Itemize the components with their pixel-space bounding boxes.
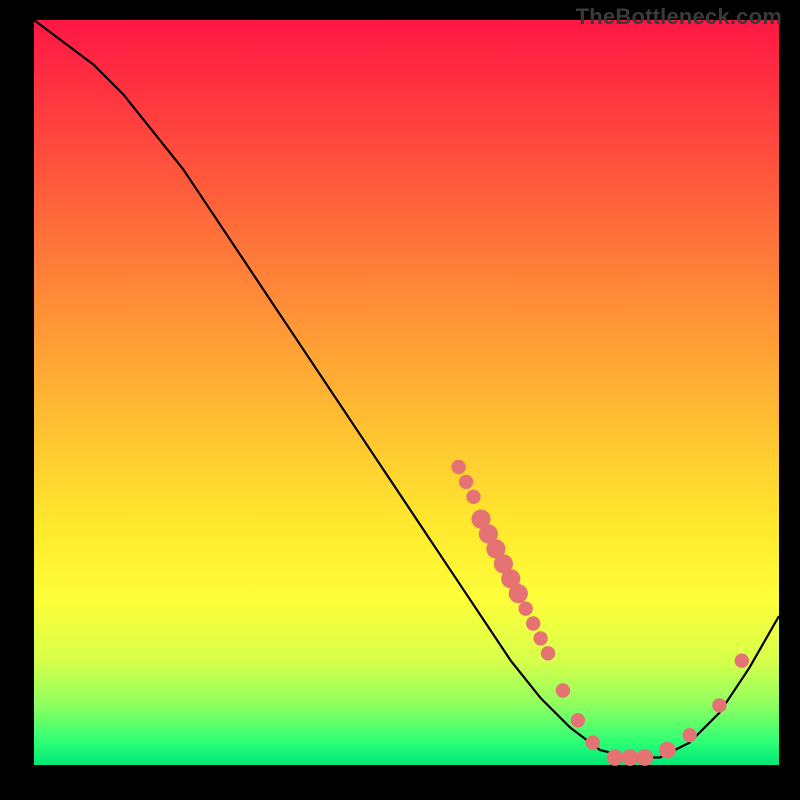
data-marker [526, 616, 540, 630]
data-marker [607, 749, 624, 766]
data-marker [451, 460, 465, 474]
data-marker [586, 735, 600, 749]
data-marker [659, 742, 676, 759]
data-marker [682, 728, 696, 742]
marker-group [451, 460, 749, 766]
data-marker [509, 584, 528, 603]
data-marker [459, 475, 473, 489]
data-marker [556, 683, 570, 697]
curve-path [34, 20, 779, 758]
data-marker [571, 713, 585, 727]
data-marker [541, 646, 555, 660]
data-marker [466, 490, 480, 504]
chart-stage: TheBottleneck.com [0, 0, 800, 800]
watermark-text: TheBottleneck.com [576, 4, 782, 30]
chart-overlay [0, 0, 800, 800]
data-marker [533, 631, 547, 645]
bottleneck-curve [34, 20, 779, 758]
data-marker [712, 698, 726, 712]
data-marker [622, 749, 639, 766]
data-marker [735, 654, 749, 668]
data-marker [637, 749, 654, 766]
data-marker [519, 601, 533, 615]
